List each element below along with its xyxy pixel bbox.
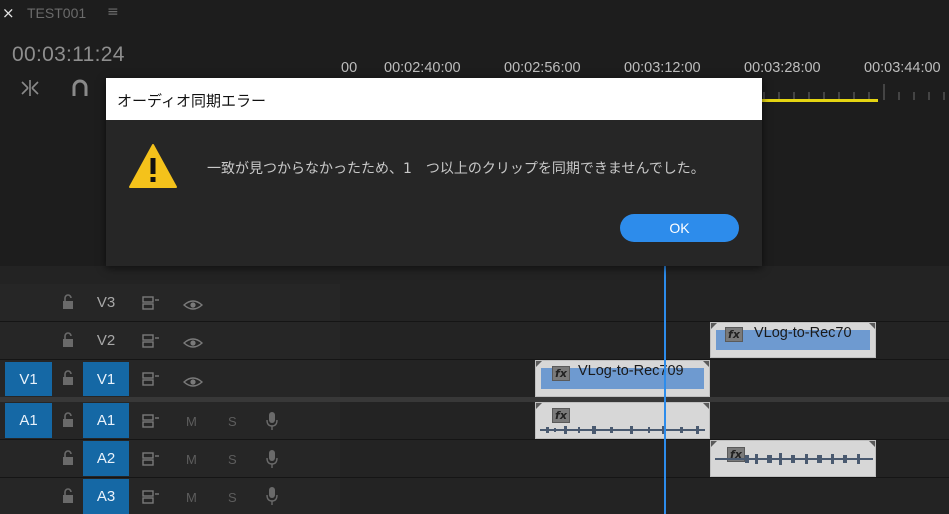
track-target-a3[interactable]: A3: [83, 479, 129, 514]
sequence-tab-name[interactable]: TEST001: [27, 5, 86, 21]
microphone-icon[interactable]: [265, 411, 279, 435]
audio-clip-a2[interactable]: fx: [710, 440, 876, 477]
ruler-label: 00:03:12:00: [624, 60, 701, 76]
audio-waveform: [540, 421, 705, 434]
lock-icon[interactable]: [61, 332, 75, 352]
playhead-line[interactable]: [664, 266, 666, 514]
snap-insert-icon[interactable]: [18, 78, 42, 98]
sync-lock-icon[interactable]: [142, 371, 160, 390]
ruler-label: 00:02:40:00: [384, 60, 461, 76]
magnet-snap-icon[interactable]: [70, 78, 90, 98]
track-header-a3: A3 M S: [0, 478, 340, 514]
microphone-icon[interactable]: [265, 449, 279, 473]
lock-icon[interactable]: [61, 370, 75, 390]
mute-button[interactable]: M: [186, 414, 197, 429]
time-ruler-ticks[interactable]: [760, 80, 949, 100]
track-name: V3: [96, 294, 116, 311]
sequence-tab-bar: × TEST001 ≡: [0, 0, 949, 28]
clip-corner-marker: [703, 403, 709, 409]
track-name: V1: [96, 370, 116, 388]
track-row-a2: A2 M S fx: [0, 440, 949, 477]
tab-menu-icon[interactable]: ≡: [107, 4, 119, 20]
sync-lock-icon[interactable]: [142, 333, 160, 352]
track-target-v2[interactable]: V2: [83, 324, 129, 357]
lock-icon[interactable]: [61, 450, 75, 470]
source-patch-label: V1: [19, 370, 38, 388]
track-name: A1: [96, 412, 116, 429]
dialog-title-bar[interactable]: オーディオ同期エラー: [106, 78, 762, 120]
work-area-bar[interactable]: [760, 99, 878, 102]
microphone-icon[interactable]: [265, 486, 279, 510]
sync-lock-icon[interactable]: [142, 451, 160, 470]
audio-clip-a1[interactable]: fx: [535, 402, 710, 439]
solo-button[interactable]: S: [228, 414, 237, 429]
lock-icon[interactable]: [61, 412, 75, 432]
sync-lock-icon[interactable]: [142, 489, 160, 508]
video-clip-v2[interactable]: fx VLog-to-Rec70: [710, 322, 876, 358]
ruler-label: 00:03:44:00: [864, 60, 941, 76]
ok-button[interactable]: OK: [620, 214, 739, 242]
playhead-timecode[interactable]: 00:03:11:24: [12, 43, 125, 67]
clip-corner-marker: [711, 441, 717, 447]
eye-icon[interactable]: [182, 296, 204, 315]
dialog-title: オーディオ同期エラー: [117, 92, 266, 110]
track-header-v3: V3: [0, 284, 340, 321]
mute-button[interactable]: M: [186, 490, 197, 505]
track-name: V2: [96, 332, 116, 349]
warning-icon: [128, 143, 178, 189]
clip-corner-marker: [536, 361, 542, 367]
ruler-label: 00:03:28:00: [744, 60, 821, 76]
sync-lock-icon[interactable]: [142, 295, 160, 314]
track-target-v3[interactable]: V3: [83, 286, 129, 319]
eye-icon[interactable]: [182, 373, 204, 392]
fx-badge[interactable]: fx: [552, 366, 570, 381]
clip-corner-marker: [711, 323, 717, 329]
video-clip-v1[interactable]: fx VLog-to-Rec709: [535, 360, 710, 397]
track-target-a1[interactable]: A1: [83, 403, 129, 438]
clip-name: VLog-to-Rec709: [578, 363, 684, 379]
track-row-a1: A1 A1 M S fx: [0, 402, 949, 439]
mute-button[interactable]: M: [186, 452, 197, 467]
source-patch-a1[interactable]: A1: [5, 403, 52, 438]
track-header-a1: A1 A1 M S: [0, 402, 340, 439]
sync-lock-icon[interactable]: [142, 413, 160, 432]
track-row-a3: A3 M S: [0, 478, 949, 514]
lock-icon[interactable]: [61, 294, 75, 314]
track-header-a2: A2 M S: [0, 440, 340, 477]
clip-corner-marker: [703, 361, 709, 367]
dialog-message: 一致が見つからなかったため、1 つ以上のクリップを同期できませんでした。: [207, 161, 705, 177]
clip-corner-marker: [869, 323, 875, 329]
track-header-v2: V2: [0, 322, 340, 359]
track-name: A2: [96, 450, 116, 467]
source-patch-label: A1: [19, 412, 38, 429]
clip-corner-marker: [536, 403, 542, 409]
track-row-v1: V1 V1 fx VLog-to-Rec709: [0, 360, 949, 398]
track-header-v1: V1 V1: [0, 360, 340, 398]
clip-name: VLog-to-Rec70: [754, 325, 852, 341]
audio-waveform: [715, 451, 873, 465]
solo-button[interactable]: S: [228, 490, 237, 505]
track-name: A3: [96, 488, 116, 505]
fx-badge[interactable]: fx: [725, 327, 743, 342]
track-target-a2[interactable]: A2: [83, 441, 129, 476]
lock-icon[interactable]: [61, 488, 75, 508]
ruler-label: 00:02:56:00: [504, 60, 581, 76]
track-row-v3: V3: [0, 284, 949, 321]
track-target-v1[interactable]: V1: [83, 362, 129, 396]
close-tab-icon[interactable]: ×: [2, 4, 15, 22]
solo-button[interactable]: S: [228, 452, 237, 467]
track-row-v2: V2 fx VLog-to-Rec70: [0, 322, 949, 359]
source-patch-v1[interactable]: V1: [5, 362, 52, 396]
eye-icon[interactable]: [182, 334, 204, 353]
clip-corner-marker: [869, 441, 875, 447]
ruler-label: 00: [341, 60, 358, 76]
audio-sync-error-dialog: オーディオ同期エラー 一致が見つからなかったため、1 つ以上のクリップを同期でき…: [106, 78, 762, 266]
